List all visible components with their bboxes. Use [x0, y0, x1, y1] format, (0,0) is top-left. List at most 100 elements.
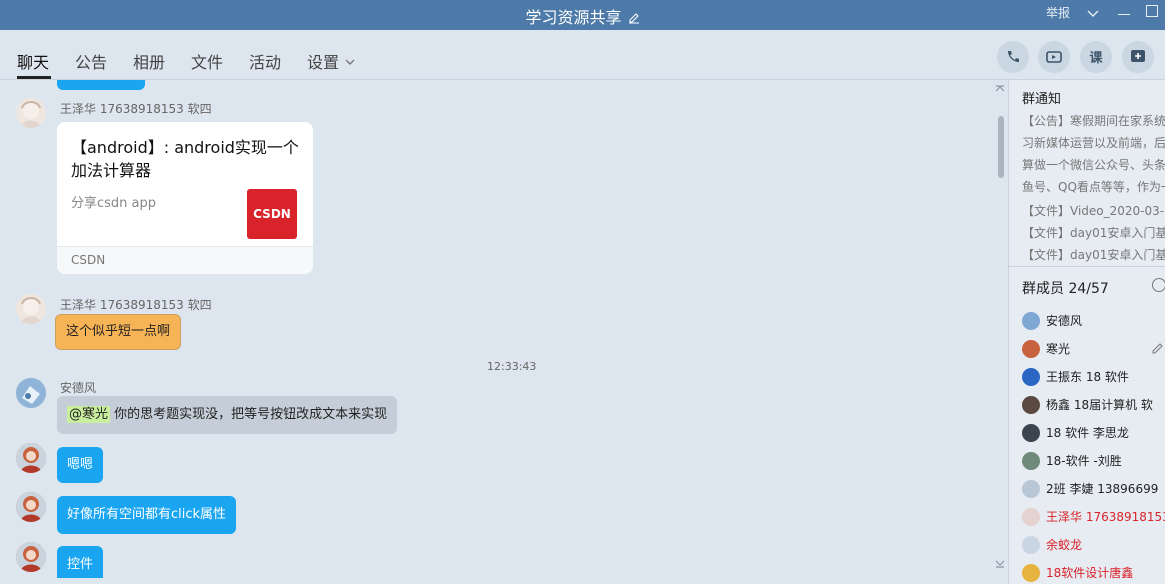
card-title: 【android】: android实现一个加法计算器 [71, 138, 299, 180]
message-bubble[interactable]: 好像所有空间都有click属性 [57, 496, 237, 534]
member-avatar [1022, 480, 1040, 498]
member-avatar [1022, 536, 1040, 554]
sender-name: 王泽华 17638918153 软四 [60, 298, 212, 312]
window-title: 学习资源共享 [0, 4, 1165, 28]
tab-announcement[interactable]: 公告 [75, 49, 107, 73]
sender-name: 安德风 [60, 381, 97, 395]
member-name: 王振东 18 软件 [1046, 370, 1129, 384]
card-description: 分享csdn app [71, 196, 157, 211]
notice-title: 群通知 [1022, 92, 1062, 107]
member-name: 18软件设计唐鑫 [1046, 566, 1134, 580]
member-avatar [1022, 424, 1040, 442]
avatar-image [16, 443, 46, 473]
avatar[interactable] [16, 542, 46, 572]
chevron-down-icon [345, 59, 355, 65]
message-bubble[interactable]: 这个似乎短一点啊 [55, 314, 182, 350]
member-item[interactable]: 18 软件 李思龙 [1022, 421, 1165, 445]
member-avatar [1022, 508, 1040, 526]
member-name: 杨鑫 18届计算机 软 [1046, 398, 1153, 412]
member-avatar [1022, 396, 1040, 414]
scroll-down-icon[interactable] [994, 558, 1006, 570]
voice-call-button[interactable] [997, 41, 1029, 73]
card-footer: CSDN [57, 246, 313, 274]
members-title: 群成员 24/57 [1022, 281, 1109, 297]
scroll-up-icon[interactable] [994, 82, 1006, 94]
tab-chat[interactable]: 聊天 [17, 49, 49, 73]
avatar[interactable] [16, 492, 46, 522]
member-name: 余蛟龙 [1046, 538, 1083, 552]
member-avatar [1022, 312, 1040, 330]
member-item[interactable]: 余蛟龙 [1022, 533, 1165, 557]
tab-files[interactable]: 文件 [191, 49, 223, 73]
tab-settings[interactable]: 设置 [307, 49, 355, 73]
notice-line[interactable]: 鱼号、QQ看点等等，作为一 [1022, 178, 1165, 195]
member-name: 18-软件 -刘胜 [1046, 454, 1122, 468]
member-item[interactable]: 2班 李婕 13896699 [1022, 477, 1165, 501]
avatar-image [16, 542, 46, 572]
video-call-button[interactable] [1038, 41, 1070, 73]
csdn-logo: CSDN [247, 189, 297, 239]
avatar-image [16, 492, 46, 522]
member-name: 王泽华 17638918153 [1046, 510, 1165, 524]
message-text: 你的思考题实现没，把等号按钮改成文本来实现 [110, 407, 388, 422]
tab-settings-label: 设置 [307, 53, 340, 72]
member-item[interactable]: 18-软件 -刘胜 [1022, 449, 1165, 473]
member-name: 2班 李婕 13896699 [1046, 482, 1159, 496]
card-source: CSDN [71, 253, 106, 267]
group-info-panel: 群通知 【公告】寒假期间在家系统化 习新媒体运营以及前端，后 算做一个微信公众号… [1008, 80, 1165, 584]
mention-tag[interactable]: @寒光 [67, 406, 111, 423]
more-members-icon[interactable] [1152, 278, 1165, 292]
title-bar: 学习资源共享 举报 [0, 0, 1165, 30]
phone-icon [1008, 51, 1019, 62]
active-tab-indicator [17, 76, 51, 79]
file-notice[interactable]: 【文件】day01安卓入门基础 [1022, 246, 1165, 263]
maximize-button[interactable] [1146, 5, 1158, 17]
chevron-down-icon[interactable] [1086, 6, 1100, 20]
message-bubble[interactable]: @寒光 你的思考题实现没，把等号按钮改成文本来实现 [57, 396, 398, 434]
avatar-image [21, 297, 41, 324]
member-avatar [1022, 340, 1040, 358]
file-notice[interactable]: 【文件】day01安卓入门基础 [1022, 224, 1165, 241]
notice-line[interactable]: 习新媒体运营以及前端，后 [1022, 134, 1165, 151]
edit-title-icon[interactable] [628, 12, 640, 24]
avatar[interactable] [16, 443, 46, 473]
notice-line[interactable]: 算做一个微信公众号、头条 [1022, 156, 1165, 173]
file-notice[interactable]: 【文件】Video_2020-03-17 [1022, 202, 1165, 219]
member-avatar [1022, 368, 1040, 386]
member-item[interactable]: 王泽华 17638918153 [1022, 505, 1165, 529]
member-item[interactable]: 安德风 [1022, 309, 1165, 333]
member-avatar [1022, 564, 1040, 582]
video-call-icon [1046, 51, 1062, 63]
message-bubble[interactable]: 嗯嗯 [57, 447, 104, 483]
avatar-image [16, 378, 46, 408]
previous-message-bubble [57, 80, 145, 90]
member-item[interactable]: 王振东 18 软件 [1022, 365, 1165, 389]
notice-line[interactable]: 【公告】寒假期间在家系统化 [1022, 112, 1165, 129]
member-item[interactable]: 寒光 [1022, 337, 1165, 361]
member-item[interactable]: 杨鑫 18届计算机 软 [1022, 393, 1165, 417]
chat-area[interactable]: 王泽华 17638918153 软四 【android】: android实现一… [0, 80, 1008, 584]
sender-name: 王泽华 17638918153 软四 [60, 102, 212, 116]
avatar[interactable] [16, 378, 46, 408]
lesson-button[interactable]: 课 [1080, 41, 1112, 73]
member-avatar [1022, 452, 1040, 470]
add-icon [1131, 50, 1145, 62]
tab-activity[interactable]: 活动 [249, 49, 281, 73]
tab-bar: 聊天 公告 相册 文件 活动 设置 课 [0, 30, 1165, 80]
tab-album[interactable]: 相册 [133, 49, 165, 73]
avatar[interactable] [16, 294, 46, 324]
member-name: 安德风 [1046, 314, 1083, 328]
avatar[interactable] [16, 98, 46, 128]
report-link[interactable]: 举报 [1046, 4, 1070, 21]
divider [1009, 266, 1165, 267]
avatar-image [21, 101, 41, 128]
add-app-button[interactable] [1122, 41, 1154, 73]
scrollbar-thumb[interactable] [998, 116, 1004, 178]
group-name: 学习资源共享 [525, 8, 622, 27]
member-name: 寒光 [1046, 342, 1071, 356]
shared-link-card[interactable]: 【android】: android实现一个加法计算器 分享csdn app C… [57, 122, 313, 274]
lesson-icon: 课 [1089, 51, 1103, 66]
timestamp: 12:33:43 [487, 360, 537, 373]
minimize-button[interactable] [1118, 14, 1130, 15]
member-item[interactable]: 18软件设计唐鑫 [1022, 561, 1165, 584]
